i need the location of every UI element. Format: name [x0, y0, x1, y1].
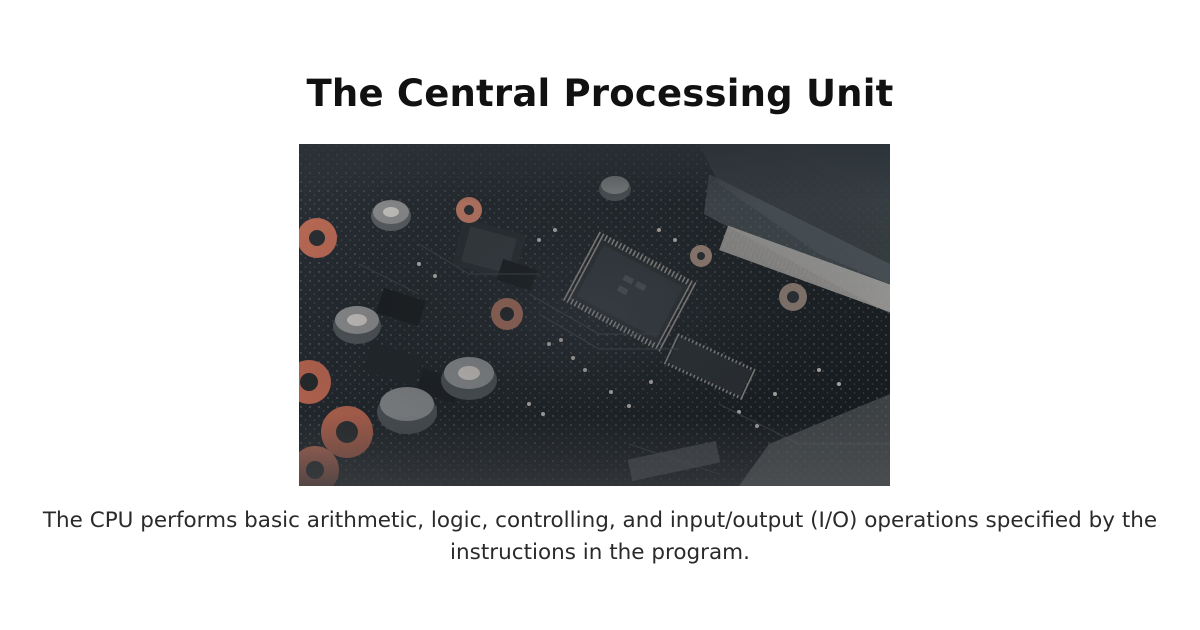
page: The Central Processing Unit The CPU perf…	[0, 0, 1200, 630]
page-title: The Central Processing Unit	[306, 72, 894, 115]
circuit-board-image	[299, 144, 890, 486]
description-text: The CPU performs basic arithmetic, logic…	[42, 508, 1158, 565]
circuit-board-illustration	[299, 144, 890, 486]
